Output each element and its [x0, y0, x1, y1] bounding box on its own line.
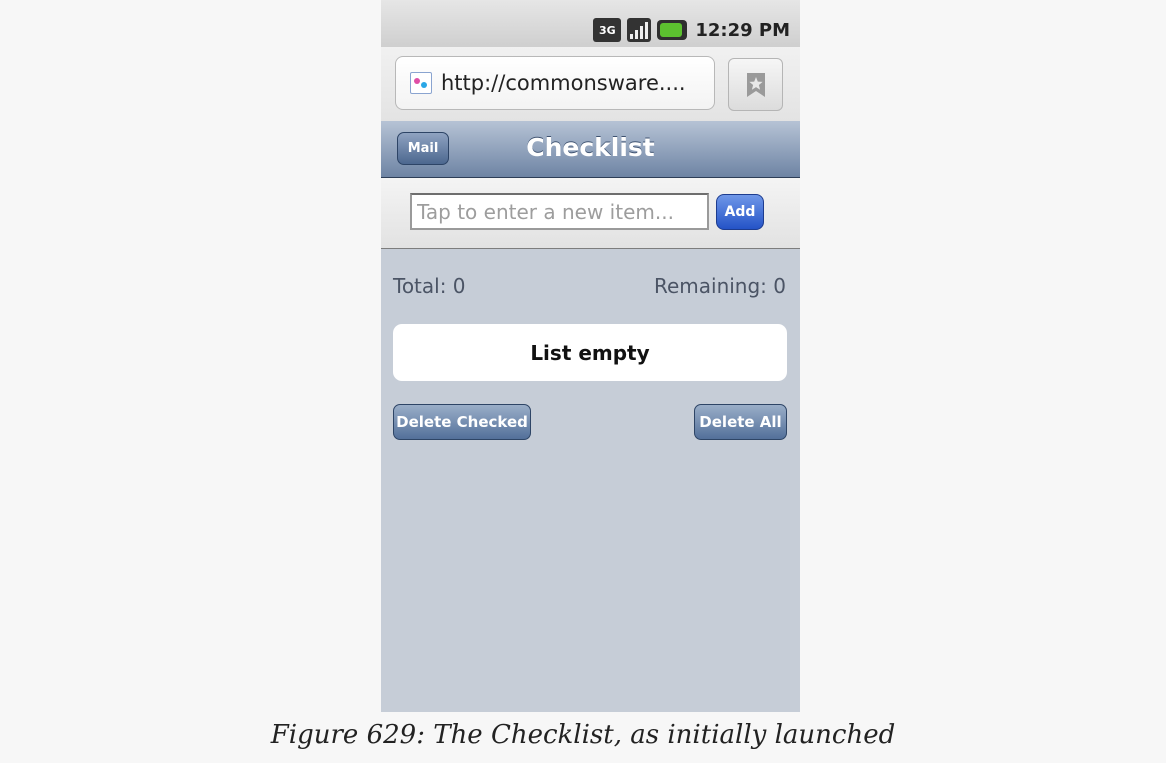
add-button[interactable]: Add: [716, 194, 764, 230]
title-bar: Mail Checklist: [381, 121, 800, 178]
delete-checked-button[interactable]: Delete Checked: [393, 404, 531, 440]
status-icons: 3G 12:29 PM: [593, 17, 790, 43]
list-empty-label: List empty: [530, 340, 650, 365]
status-bar: 3G 12:29 PM: [381, 0, 800, 48]
bookmark-star-icon: [746, 72, 765, 97]
battery-charging-icon: [657, 20, 688, 40]
signal-strength-icon: [627, 18, 652, 42]
remaining-count: Remaining: 0: [653, 274, 786, 298]
checklist-list: List empty: [393, 324, 787, 381]
bookmark-button[interactable]: [728, 58, 783, 111]
add-item-area: Add: [381, 178, 800, 249]
phone-screen: 3G 12:29 PM http://commonsware.... Mail …: [381, 0, 800, 712]
status-time: 12:29 PM: [695, 19, 790, 41]
page-title: Checklist: [526, 133, 655, 162]
browser-url-bar: http://commonsware....: [381, 47, 800, 121]
delete-all-button[interactable]: Delete All: [694, 404, 787, 440]
url-text: http://commonsware....: [441, 71, 686, 95]
3g-network-icon: 3G: [593, 18, 622, 42]
total-count: Total: 0: [393, 274, 466, 298]
new-item-input[interactable]: [410, 193, 709, 230]
url-field[interactable]: http://commonsware....: [395, 56, 715, 110]
figure-caption: Figure 629: The Checklist, as initially …: [270, 720, 896, 750]
site-favicon-icon: [410, 72, 432, 94]
